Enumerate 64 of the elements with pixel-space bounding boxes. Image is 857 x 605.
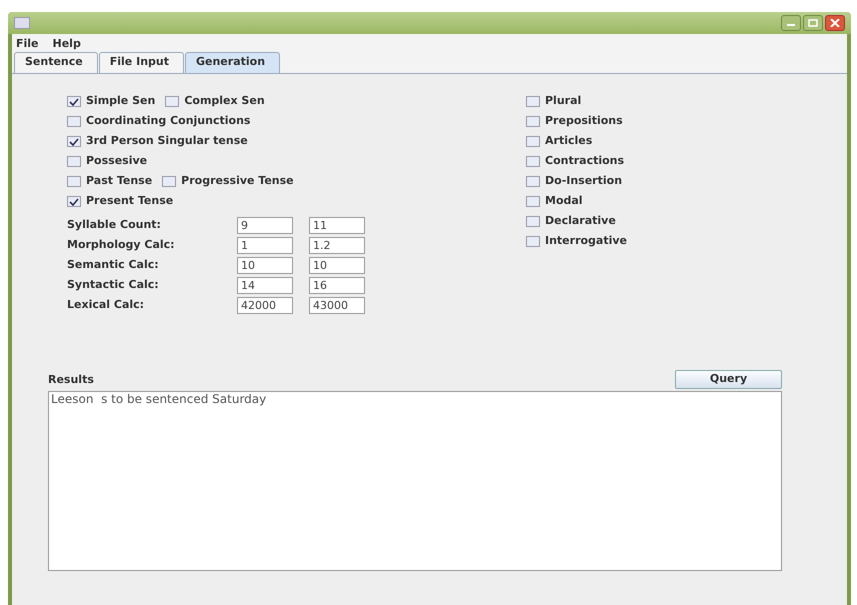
check-icon [69,138,79,146]
checkbox[interactable] [526,216,540,227]
results-text-area[interactable]: Leeson s to be sentenced Saturday [48,390,782,570]
checkbox[interactable] [67,116,81,127]
input-field[interactable]: 10 [237,257,293,274]
calc-label: Morphology Calc: [67,237,176,254]
input-field[interactable]: 9 [237,217,293,234]
query-button[interactable]: Query [675,370,782,388]
checkbox-label[interactable]: Declarative [545,213,616,230]
checkbox-label[interactable]: Articles [545,133,592,150]
results-label: Results [48,372,94,388]
input-field[interactable]: 1.2 [309,237,365,254]
checkbox[interactable] [526,156,540,167]
checkbox-label[interactable]: Coordinating Conjunctions [86,113,250,130]
checkbox-label[interactable]: Possesive [86,153,148,170]
checkbox-label[interactable]: Modal [545,193,583,210]
checkbox[interactable] [526,96,540,107]
maximize-button[interactable] [803,15,823,31]
close-button[interactable] [825,15,845,31]
checkbox[interactable] [67,156,81,167]
checkbox[interactable] [526,176,540,187]
checkbox[interactable] [67,96,81,107]
checkbox-label[interactable]: Contractions [545,153,624,170]
checkbox[interactable] [67,196,81,207]
input-field[interactable]: 43000 [309,297,365,314]
check-icon [69,98,79,106]
input-field[interactable]: 42000 [237,297,293,314]
checkbox-label[interactable]: Do-Insertion [545,173,622,190]
tab[interactable]: Sentence [14,52,98,72]
app-icon [14,17,30,29]
checkbox-label[interactable]: Past Tense [86,173,152,190]
checkbox[interactable] [162,176,176,187]
input-field[interactable]: 14 [237,277,293,294]
checkbox-label[interactable]: 3rd Person Singular tense [86,133,248,150]
maximize-icon [808,19,818,27]
checkbox[interactable] [526,236,540,247]
checkbox[interactable] [526,196,540,207]
checkbox-label[interactable]: Present Tense [86,193,174,210]
menu-item[interactable]: Help [52,36,81,50]
close-icon [830,19,840,27]
checkbox-label[interactable]: Progressive Tense [181,173,294,190]
checkbox-label[interactable]: Interrogative [545,233,628,250]
menu-item[interactable]: File [16,36,39,50]
input-field[interactable]: 16 [309,277,365,294]
tab[interactable]: Generation [184,52,280,72]
minimize-button[interactable] [781,15,801,31]
checkbox[interactable] [67,136,81,147]
checkbox-label[interactable]: Prepositions [545,113,623,130]
input-field[interactable]: 10 [309,257,365,274]
calc-label: Syllable Count: [67,217,162,234]
calc-label: Lexical Calc: [67,297,146,314]
calc-label: Semantic Calc: [67,257,160,274]
checkbox-label[interactable]: Plural [545,93,582,110]
input-field[interactable]: 1 [237,237,293,254]
checkbox-label[interactable]: Complex Sen [184,93,265,110]
checkbox[interactable] [165,96,180,107]
checkbox[interactable] [526,136,540,147]
checkbox[interactable] [526,116,540,127]
checkbox[interactable] [67,176,81,187]
check-icon [69,198,79,206]
tab[interactable]: File Input [98,52,184,72]
checkbox-label[interactable]: Simple Sen [86,93,156,110]
input-field[interactable]: 11 [309,217,365,234]
calc-label: Syntactic Calc: [67,277,160,294]
